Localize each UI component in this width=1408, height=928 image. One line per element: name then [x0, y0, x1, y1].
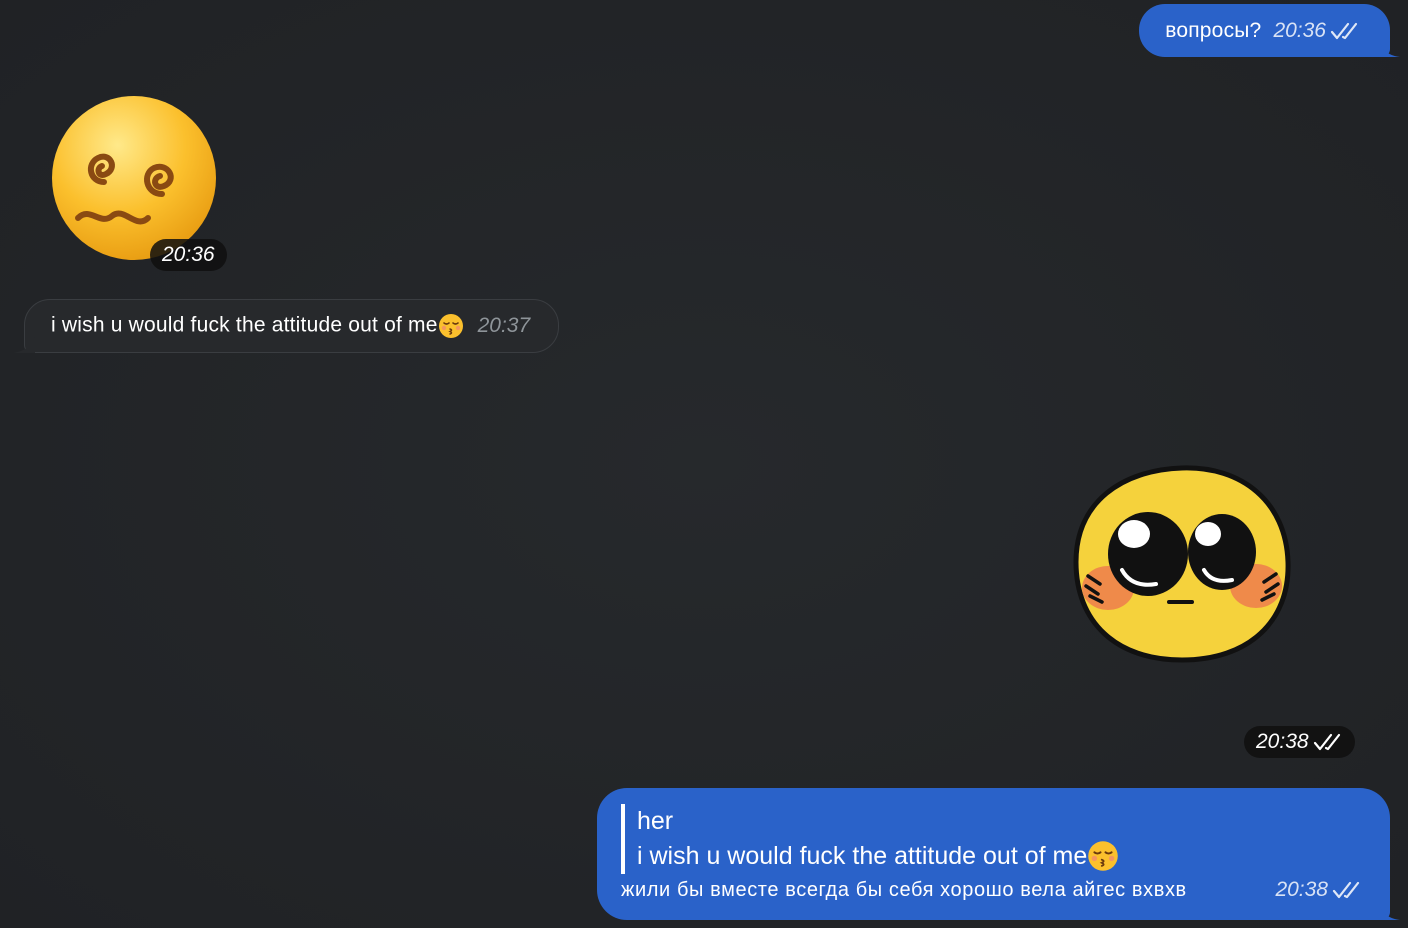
message-text: вопросы?	[1165, 18, 1262, 42]
message-text-content: i wish u would fuck the attitude out of …	[51, 313, 438, 337]
message-time: 20:36	[150, 239, 227, 271]
time-label: 20:38	[1256, 730, 1309, 753]
blushing-yellow-face-sticker[interactable]	[1072, 462, 1292, 664]
kissing-face-closed-eyes-icon	[438, 314, 463, 338]
double-check-icon	[1313, 733, 1340, 751]
message-text: i wish u would fuck the attitude out of …	[51, 313, 464, 339]
kissing-face-closed-eyes-icon	[1088, 841, 1119, 871]
dizzy-face-spiral-eyes-icon[interactable]	[50, 94, 218, 262]
outgoing-reply-message[interactable]: her i wish u would fuck the attitude out…	[597, 788, 1400, 920]
bubble-tail	[1380, 906, 1400, 920]
message-body: жили бы вместе всегда бы себя хорошо вел…	[621, 878, 1362, 902]
quote-text: i wish u would fuck the attitude out of …	[637, 838, 1119, 874]
quote-text-content: i wish u would fuck the attitude out of …	[637, 842, 1088, 870]
incoming-message[interactable]: i wish u would fuck the attitude out of …	[13, 299, 560, 353]
bubble-tail	[1380, 43, 1400, 57]
outgoing-message[interactable]: вопросы? 20:36	[1139, 4, 1400, 57]
message-text: жили бы вместе всегда бы себя хорошо вел…	[621, 878, 1187, 901]
quote-author: her	[637, 807, 674, 835]
reply-quote[interactable]: her i wish u would fuck the attitude out…	[621, 804, 1119, 874]
time-label: 20:38	[1275, 878, 1328, 901]
message-time: 20:38	[1275, 878, 1362, 902]
time-label: 20:36	[162, 243, 215, 266]
message-time: 20:38	[1244, 726, 1355, 758]
bubble-tail	[13, 337, 35, 353]
double-check-icon	[1330, 22, 1358, 39]
chat-area: вопросы? 20:36 20:36 i wish u would fuck…	[0, 0, 1408, 928]
double-check-icon	[1332, 881, 1360, 899]
message-time: 20:36	[1273, 19, 1360, 43]
time-label: 20:36	[1273, 18, 1326, 42]
message-time: 20:37	[477, 314, 531, 337]
